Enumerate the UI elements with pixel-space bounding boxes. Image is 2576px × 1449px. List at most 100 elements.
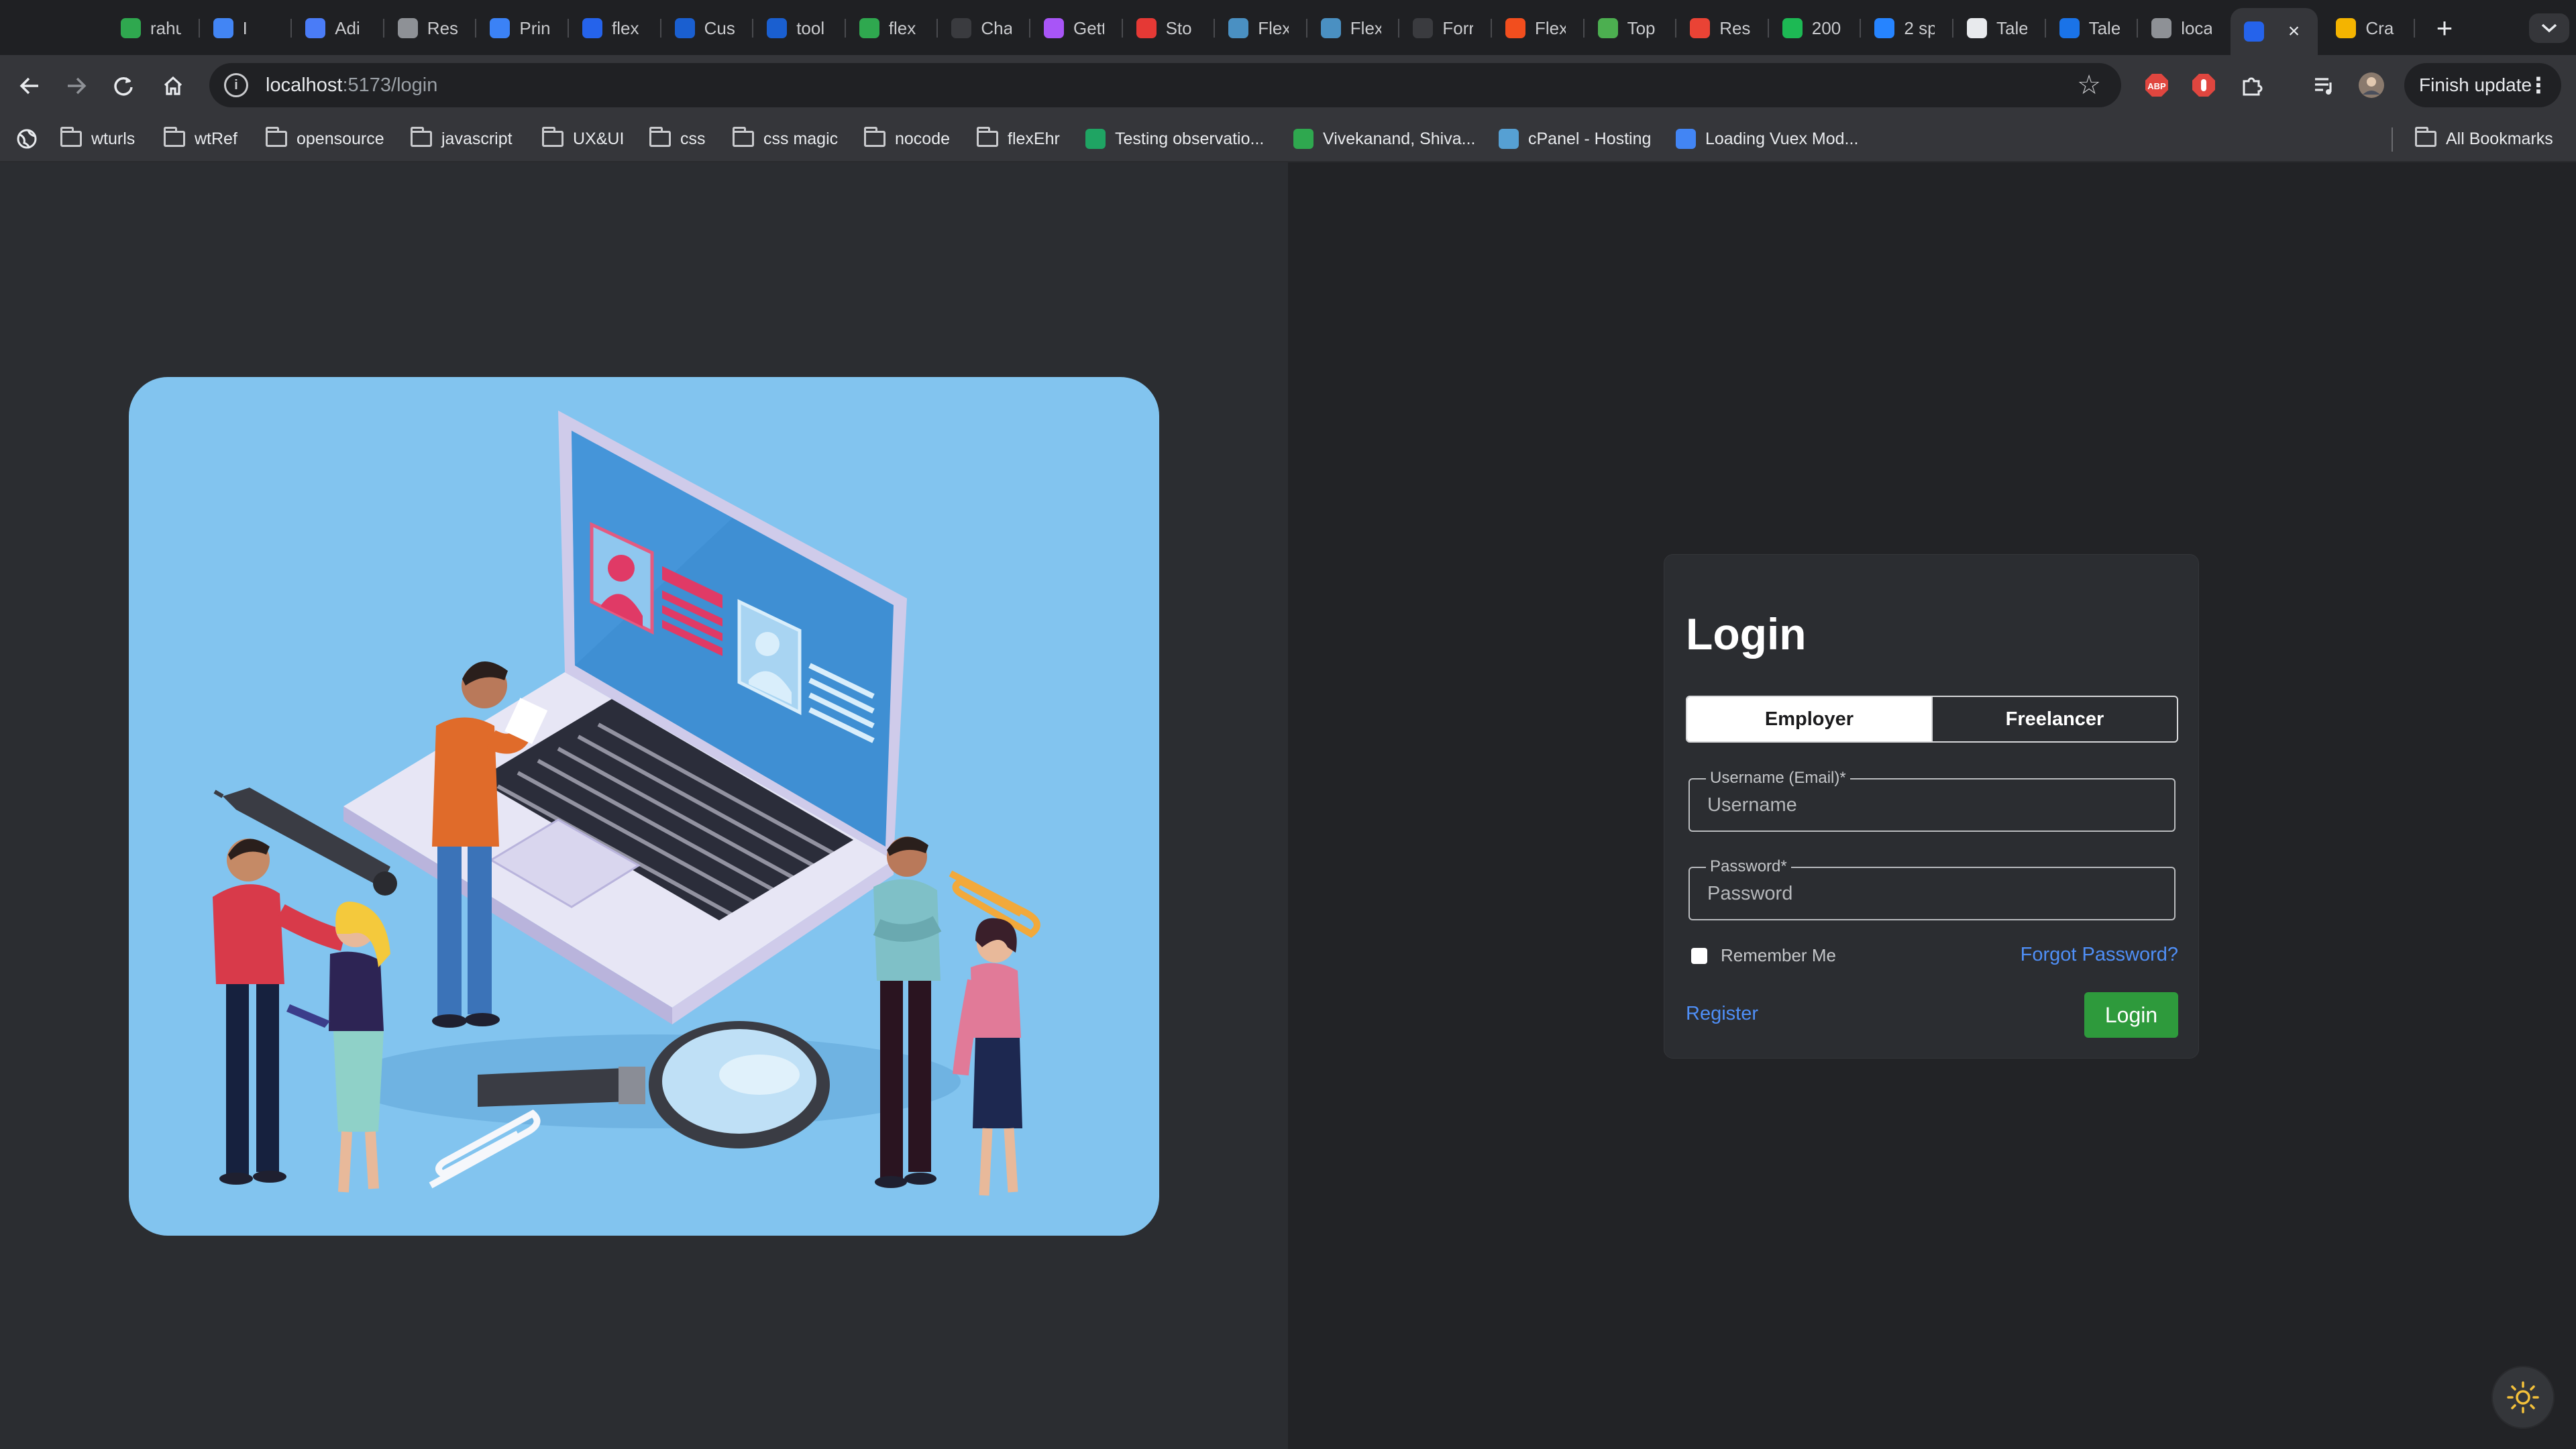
browser-tab[interactable]: Adi bbox=[292, 9, 384, 47]
browser-toolbar: i localhost:5173/login ☆ ABP Finish upda… bbox=[0, 55, 2576, 115]
bookmark-item[interactable]: wturls bbox=[60, 126, 135, 152]
tab-title: Res bbox=[1719, 17, 1751, 38]
browser-tab[interactable]: Flex bbox=[1307, 9, 1400, 47]
browser-tab[interactable]: Top bbox=[1585, 9, 1677, 47]
reload-button[interactable] bbox=[106, 68, 141, 103]
browser-tab[interactable]: Prin bbox=[476, 9, 569, 47]
bookmark-item[interactable]: flexEhr bbox=[977, 126, 1060, 152]
folder-icon bbox=[542, 127, 564, 147]
browser-tab[interactable]: tool bbox=[753, 9, 846, 47]
browser-tab[interactable]: 200 bbox=[1769, 9, 1862, 47]
home-button[interactable] bbox=[156, 68, 191, 103]
tab-search-button[interactable] bbox=[2529, 13, 2569, 43]
extensions-puzzle-icon[interactable] bbox=[2237, 70, 2267, 101]
tab-title: Cra bbox=[2365, 17, 2394, 38]
username-field: Username (Email)* bbox=[1688, 769, 2176, 832]
browser-tab[interactable]: Flex bbox=[1492, 9, 1585, 47]
browser-tab[interactable]: Flex bbox=[1215, 9, 1307, 47]
hero-illustration bbox=[129, 377, 1159, 1236]
bookmark-label: flexEhr bbox=[1008, 129, 1060, 148]
forward-button[interactable] bbox=[59, 68, 94, 103]
browser-tab[interactable]: flex bbox=[569, 9, 661, 47]
tab-title: Prin bbox=[519, 17, 551, 38]
browser-tab[interactable]: Cha bbox=[938, 9, 1030, 47]
tab-favicon-icon bbox=[951, 18, 972, 38]
tab-title: Res bbox=[427, 17, 458, 38]
home-icon bbox=[164, 76, 182, 95]
register-link[interactable]: Register bbox=[1686, 1003, 1758, 1025]
browser-tab[interactable]: Gett bbox=[1030, 9, 1123, 47]
tab-title: 200 bbox=[1811, 17, 1841, 38]
folder-icon bbox=[733, 127, 754, 147]
back-button[interactable] bbox=[12, 68, 47, 103]
browser-tab[interactable]: Tale bbox=[1953, 9, 2046, 47]
tab-active[interactable]: × bbox=[2230, 8, 2318, 55]
password-input[interactable] bbox=[1707, 883, 2150, 905]
bookmark-item[interactable]: UX&UI bbox=[542, 126, 624, 152]
browser-tab[interactable]: Sto bbox=[1123, 9, 1216, 47]
new-tab-button[interactable]: + bbox=[2426, 9, 2463, 47]
tab-title: Flex bbox=[1535, 17, 1566, 38]
chevron-down-icon bbox=[2541, 23, 2557, 33]
media-queue-icon[interactable] bbox=[2309, 70, 2340, 101]
remember-me[interactable]: Remember Me bbox=[1691, 945, 1836, 966]
site-favicon-icon bbox=[1676, 129, 1696, 149]
adblock-extension-icon[interactable]: ABP bbox=[2141, 70, 2172, 101]
team-laptop-illustration bbox=[213, 411, 1040, 1196]
browser-tab[interactable]: Res bbox=[384, 9, 477, 47]
bookmark-item[interactable]: wtRef bbox=[164, 126, 237, 152]
tab-favicon-icon bbox=[305, 18, 326, 38]
profile-avatar[interactable] bbox=[2356, 70, 2387, 101]
folder-icon bbox=[864, 127, 885, 147]
address-bar[interactable]: i localhost:5173/login ☆ bbox=[209, 63, 2121, 107]
browser-tab[interactable]: rahu bbox=[107, 9, 200, 47]
folder-icon bbox=[977, 127, 998, 147]
bookmark-star-icon[interactable]: ☆ bbox=[2077, 70, 2101, 101]
site-info-icon[interactable]: i bbox=[224, 73, 248, 97]
tab-title: flex bbox=[612, 17, 639, 38]
browser-tab[interactable]: Cra bbox=[2322, 9, 2415, 47]
bookmark-item[interactable]: Loading Vuex Mod... bbox=[1676, 126, 1858, 152]
bookmark-item[interactable]: opensource bbox=[266, 126, 384, 152]
tab-title: tool bbox=[796, 17, 825, 38]
close-tab-icon[interactable]: × bbox=[2288, 20, 2300, 43]
folder-icon bbox=[164, 127, 185, 147]
bookmark-item[interactable]: javascript bbox=[411, 126, 513, 152]
stop-hand-extension-icon[interactable] bbox=[2188, 70, 2219, 101]
browser-tab[interactable]: loca bbox=[2138, 9, 2231, 47]
tab-favicon-icon bbox=[767, 18, 788, 38]
bookmark-item[interactable]: css magic bbox=[733, 126, 838, 152]
browser-tab[interactable]: Res bbox=[1676, 9, 1769, 47]
bookmark-label: javascript bbox=[441, 129, 513, 148]
all-bookmarks-button[interactable]: All Bookmarks bbox=[2415, 126, 2553, 152]
tab-employer[interactable]: Employer bbox=[1687, 697, 1931, 741]
bookmark-item[interactable]: cPanel - Hosting bbox=[1499, 126, 1651, 152]
finish-update-button[interactable]: Finish update ⋮ bbox=[2404, 63, 2561, 107]
browser-tab[interactable]: Tale bbox=[2046, 9, 2139, 47]
browser-tab[interactable]: flex bbox=[846, 9, 938, 47]
forgot-password-link[interactable]: Forgot Password? bbox=[2021, 944, 2178, 966]
bookmark-item[interactable]: nocode bbox=[864, 126, 950, 152]
bookmark-label: css magic bbox=[763, 129, 839, 148]
browser-tab[interactable]: Cus bbox=[661, 9, 754, 47]
bookmark-label: wtRef bbox=[195, 129, 237, 148]
site-favicon-icon bbox=[1499, 129, 1519, 149]
username-input[interactable] bbox=[1707, 794, 2150, 816]
folder-icon bbox=[649, 127, 671, 147]
folder-icon bbox=[60, 127, 82, 147]
bookmark-item[interactable]: Testing observatio... bbox=[1085, 126, 1264, 152]
login-title: Login bbox=[1686, 609, 1807, 659]
tab-favicon-icon bbox=[2243, 21, 2264, 42]
browser-tab[interactable]: I bbox=[200, 9, 292, 47]
browser-tab[interactable]: Forr bbox=[1399, 9, 1492, 47]
address-url: localhost:5173/login bbox=[266, 74, 438, 96]
theme-toggle-button[interactable] bbox=[2491, 1366, 2555, 1429]
bookmark-item[interactable]: css bbox=[649, 126, 706, 152]
tab-freelancer[interactable]: Freelancer bbox=[1931, 697, 2177, 741]
remember-me-checkbox[interactable] bbox=[1691, 947, 1707, 964]
bookmark-apps-icon[interactable] bbox=[16, 126, 38, 152]
tab-favicon-icon bbox=[2151, 18, 2172, 38]
login-button[interactable]: Login bbox=[2084, 992, 2178, 1038]
browser-tab[interactable]: 2 sp bbox=[1861, 9, 1953, 47]
bookmark-item[interactable]: Vivekanand, Shiva... bbox=[1293, 126, 1475, 152]
